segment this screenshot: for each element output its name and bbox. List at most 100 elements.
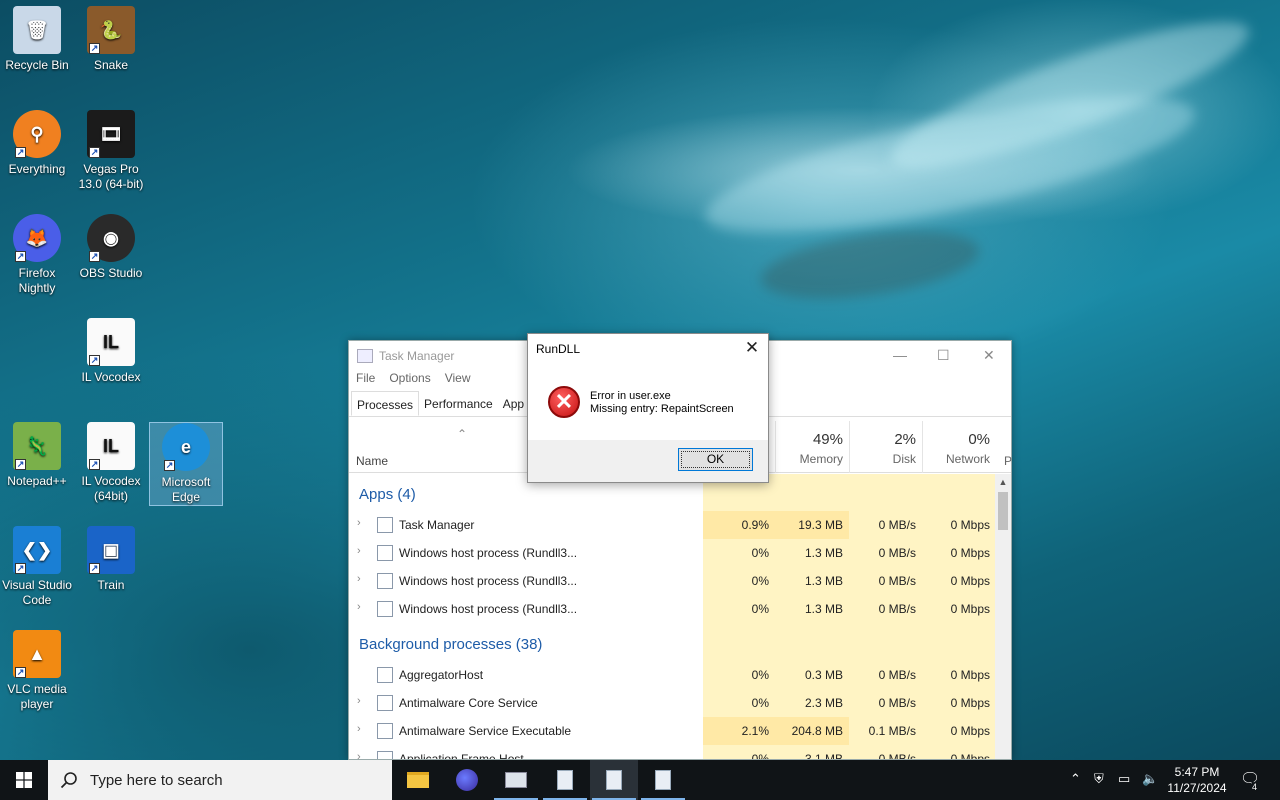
taskbar-file-explorer[interactable] [394,760,442,800]
clock-date: 11/27/2024 [1167,781,1227,795]
taskbar-firefox-nightly[interactable] [443,760,491,800]
column-network[interactable]: 0% Network [922,421,996,473]
expand-chevron-icon[interactable]: › [357,517,361,529]
desktop-icon-il-vocodex-64bit[interactable]: IL ↗ IL Vocodex (64bit) [74,422,148,504]
taskbar: Type here to search ⌃ ⛨ ▭ 🔈 5:47 PM 11/2… [0,760,1280,800]
search-placeholder: Type here to search [90,771,223,789]
desktop-icon-il-vocodex[interactable]: IL ↗ IL Vocodex [74,318,148,385]
disk-value: 0 MB/s [878,752,916,759]
scroll-up-icon[interactable]: ▲ [995,474,1011,490]
tab-performance[interactable]: Performance [419,391,498,416]
desktop-icon-vlc-media-player[interactable]: ▲ ↗ VLC media player [0,630,74,712]
desktop-icon-recycle-bin[interactable]: 🗑 Recycle Bin [0,6,74,73]
disk-value: 0 MB/s [878,696,916,710]
taskbar-task-manager[interactable] [492,760,540,800]
rundll-dialog[interactable]: RunDLL ✕ ✕ Error in user.exe Missing ent… [527,333,769,483]
desktop-icon-firefox-nightly[interactable]: 🦊 ↗ Firefox Nightly [0,214,74,296]
expand-chevron-icon[interactable]: › [357,723,361,735]
group-apps[interactable]: Apps (4) [359,486,416,503]
start-button[interactable] [0,760,48,800]
search-icon [60,772,77,789]
desktop-icon-obs-studio[interactable]: ◉ ↗ OBS Studio [74,214,148,281]
expand-chevron-icon[interactable]: › [357,573,361,585]
scrollbar[interactable]: ▲ [995,474,1011,759]
close-icon[interactable]: ✕ [983,347,995,364]
tab-processes[interactable]: Processes [351,391,420,416]
desktop-icon-everything[interactable]: ⚲ ↗ Everything [0,110,74,177]
service-icon [377,723,393,739]
process-row[interactable]: › Antimalware Core Service 0% 2.3 MB 0 MB/s 0… [349,689,995,717]
process-row[interactable]: › Antimalware Service Executable 2.1% 204.8… [349,717,995,745]
sort-chevron-up-icon[interactable]: ⌃ [457,427,467,441]
column-name[interactable]: Name [356,454,388,468]
desktop-icon-snake[interactable]: 🐍 ↗ Snake [74,6,148,73]
memory-value: 0.3 MB [804,668,843,682]
process-row[interactable]: › Task Manager 0.9% 19.3 MB 0 MB/s 0 Mbps [349,511,995,539]
menu-file[interactable]: File [356,371,375,391]
maximize-icon[interactable]: ☐ [937,347,950,364]
desktop-icon-label: Train [97,578,125,592]
process-row[interactable]: › Windows host process (Rundll3... 0% 1.3 M… [349,595,995,623]
notification-count: 4 [1250,782,1260,792]
network-value: 0 Mbps [950,724,990,738]
volume-icon[interactable]: 🔈 [1142,771,1158,787]
menu-view[interactable]: View [445,371,471,391]
desktop-icon-label: Notepad++ [7,474,67,488]
taskbar-rundll-3[interactable] [639,760,687,800]
desktop-icon-notepad-plus-plus[interactable]: 🦎 ↗ Notepad++ [0,422,74,489]
expand-chevron-icon[interactable]: › [357,545,361,557]
desktop-icon-label: IL Vocodex (64bit) [81,474,141,503]
column-disk[interactable]: 2% Disk [849,421,922,473]
column-power[interactable]: P [1004,454,1012,468]
document-icon [377,573,393,589]
search-box[interactable]: Type here to search [48,760,392,800]
column-memory[interactable]: 49% Memory [775,421,849,473]
process-row[interactable]: AggregatorHost 0% 0.3 MB 0 MB/s 0 Mbps [349,661,995,689]
network-value: 0 Mbps [950,574,990,588]
process-row[interactable]: › Application Frame Host 0% 3.1 MB 0 MB/s 0 M… [349,745,995,759]
document-icon [606,770,622,790]
security-icon[interactable]: ⛨ [1094,771,1104,787]
task-manager-icon [377,517,393,533]
desktop-icon-vegas-pro[interactable]: 🎞 ↗ Vegas Pro 13.0 (64-bit) [74,110,148,192]
expand-chevron-icon[interactable]: › [357,695,361,707]
process-row[interactable]: › Windows host process (Rundll3... 0% 1.3 M… [349,567,995,595]
process-name: AggregatorHost [399,668,484,682]
dialog-close-icon[interactable]: ✕ [742,338,762,358]
desktop-icon-train[interactable]: ▣ ↗ Train [74,526,148,593]
train-icon: ▣ ↗ [87,526,135,574]
network-icon[interactable]: ▭ [1118,771,1130,787]
firefox-icon [456,769,478,791]
scroll-thumb[interactable] [998,492,1008,530]
clock[interactable]: 5:47 PM 11/27/2024 [1162,764,1232,796]
desktop-icon-label: VLC media player [7,682,67,711]
shortcut-arrow-icon: ↗ [89,459,100,470]
ok-button[interactable]: OK [678,448,753,471]
expand-chevron-icon[interactable]: › [357,601,361,613]
shortcut-arrow-icon: ↗ [89,147,100,158]
desktop-icon-label: Firefox Nightly [18,266,56,295]
chevron-up-icon[interactable]: ⌃ [1070,771,1081,787]
memory-value: 1.3 MB [804,602,843,616]
disk-value: 0 MB/s [878,602,916,616]
shortcut-arrow-icon: ↗ [15,459,26,470]
network-value: 0 Mbps [950,546,990,560]
tab-app-history[interactable]: App [498,391,529,416]
process-row[interactable]: › Windows host process (Rundll3... 0% 1.3 M… [349,539,995,567]
cpu-value: 0% [751,752,769,759]
visual-studio-code-icon: ❮❯ ↗ [13,526,61,574]
memory-value: 3.1 MB [804,752,843,759]
process-name: Windows host process (Rundll3... [399,574,578,588]
everything-icon: ⚲ ↗ [13,110,61,158]
taskbar-rundll-2[interactable] [590,760,638,800]
process-name: Windows host process (Rundll3... [399,546,578,560]
disk-value: 0.1 MB/s [868,724,916,738]
desktop-icon-visual-studio-code[interactable]: ❮❯ ↗ Visual Studio Code [0,526,74,608]
expand-chevron-icon[interactable]: › [357,751,361,759]
minimize-icon[interactable]: — [893,347,907,363]
desktop-icon-microsoft-edge[interactable]: e ↗ Microsoft Edge [149,422,223,506]
taskbar-rundll-1[interactable] [541,760,589,800]
group-background[interactable]: Background processes (38) [359,636,542,653]
vegas-pro-icon: 🎞 ↗ [87,110,135,158]
menu-options[interactable]: Options [389,371,430,391]
